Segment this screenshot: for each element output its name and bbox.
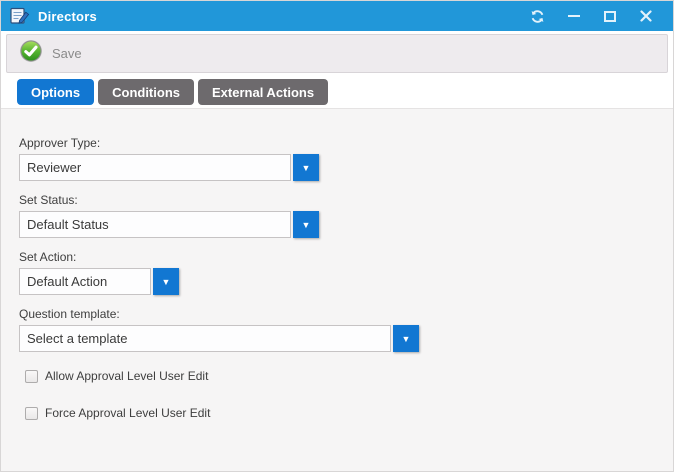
question-template-label: Question template: [19, 307, 673, 321]
options-panel: Approver Type: Reviewer ▼ Set Status: De… [1, 108, 673, 471]
chevron-down-icon[interactable]: ▼ [393, 325, 419, 352]
chevron-down-icon[interactable]: ▼ [293, 211, 319, 238]
maximize-icon[interactable] [602, 9, 617, 24]
set-status-label: Set Status: [19, 193, 673, 207]
tab-external-actions[interactable]: External Actions [198, 79, 328, 105]
set-status-value[interactable]: Default Status [19, 211, 291, 238]
minimize-icon[interactable] [566, 9, 581, 24]
question-template-value[interactable]: Select a template [19, 325, 391, 352]
toolbar: Save [6, 34, 668, 73]
set-action-value[interactable]: Default Action [19, 268, 151, 295]
refresh-icon[interactable] [530, 9, 545, 24]
force-approval-edit-checkbox[interactable] [25, 407, 38, 420]
window-title: Directors [38, 9, 97, 24]
approver-type-label: Approver Type: [19, 136, 673, 150]
green-check-icon [19, 39, 43, 68]
question-template-field: Question template: Select a template ▼ [19, 307, 673, 352]
allow-approval-edit-row: Allow Approval Level User Edit [19, 369, 673, 383]
set-action-label: Set Action: [19, 250, 673, 264]
force-approval-edit-row: Force Approval Level User Edit [19, 406, 673, 420]
allow-approval-edit-checkbox[interactable] [25, 370, 38, 383]
chevron-down-icon[interactable]: ▼ [293, 154, 319, 181]
window-controls [530, 9, 663, 24]
approver-type-value[interactable]: Reviewer [19, 154, 291, 181]
directors-dialog: Directors [0, 0, 674, 472]
tab-conditions[interactable]: Conditions [98, 79, 194, 105]
question-template-dropdown: Select a template ▼ [19, 325, 419, 352]
set-action-dropdown: Default Action ▼ [19, 268, 179, 295]
titlebar: Directors [1, 1, 673, 31]
chevron-down-icon[interactable]: ▼ [153, 268, 179, 295]
save-label: Save [52, 46, 82, 61]
tab-options[interactable]: Options [17, 79, 94, 105]
set-status-field: Set Status: Default Status ▼ [19, 193, 673, 238]
allow-approval-edit-label: Allow Approval Level User Edit [45, 369, 208, 383]
tabstrip: Options Conditions External Actions [1, 79, 673, 105]
set-action-field: Set Action: Default Action ▼ [19, 250, 673, 295]
checkbox-section: Allow Approval Level User Edit Force App… [19, 369, 673, 420]
save-button[interactable]: Save [19, 39, 82, 68]
form-edit-icon [10, 7, 30, 25]
force-approval-edit-label: Force Approval Level User Edit [45, 406, 210, 420]
close-icon[interactable] [638, 9, 653, 24]
approver-type-field: Approver Type: Reviewer ▼ [19, 136, 673, 181]
set-status-dropdown: Default Status ▼ [19, 211, 319, 238]
approver-type-dropdown: Reviewer ▼ [19, 154, 319, 181]
